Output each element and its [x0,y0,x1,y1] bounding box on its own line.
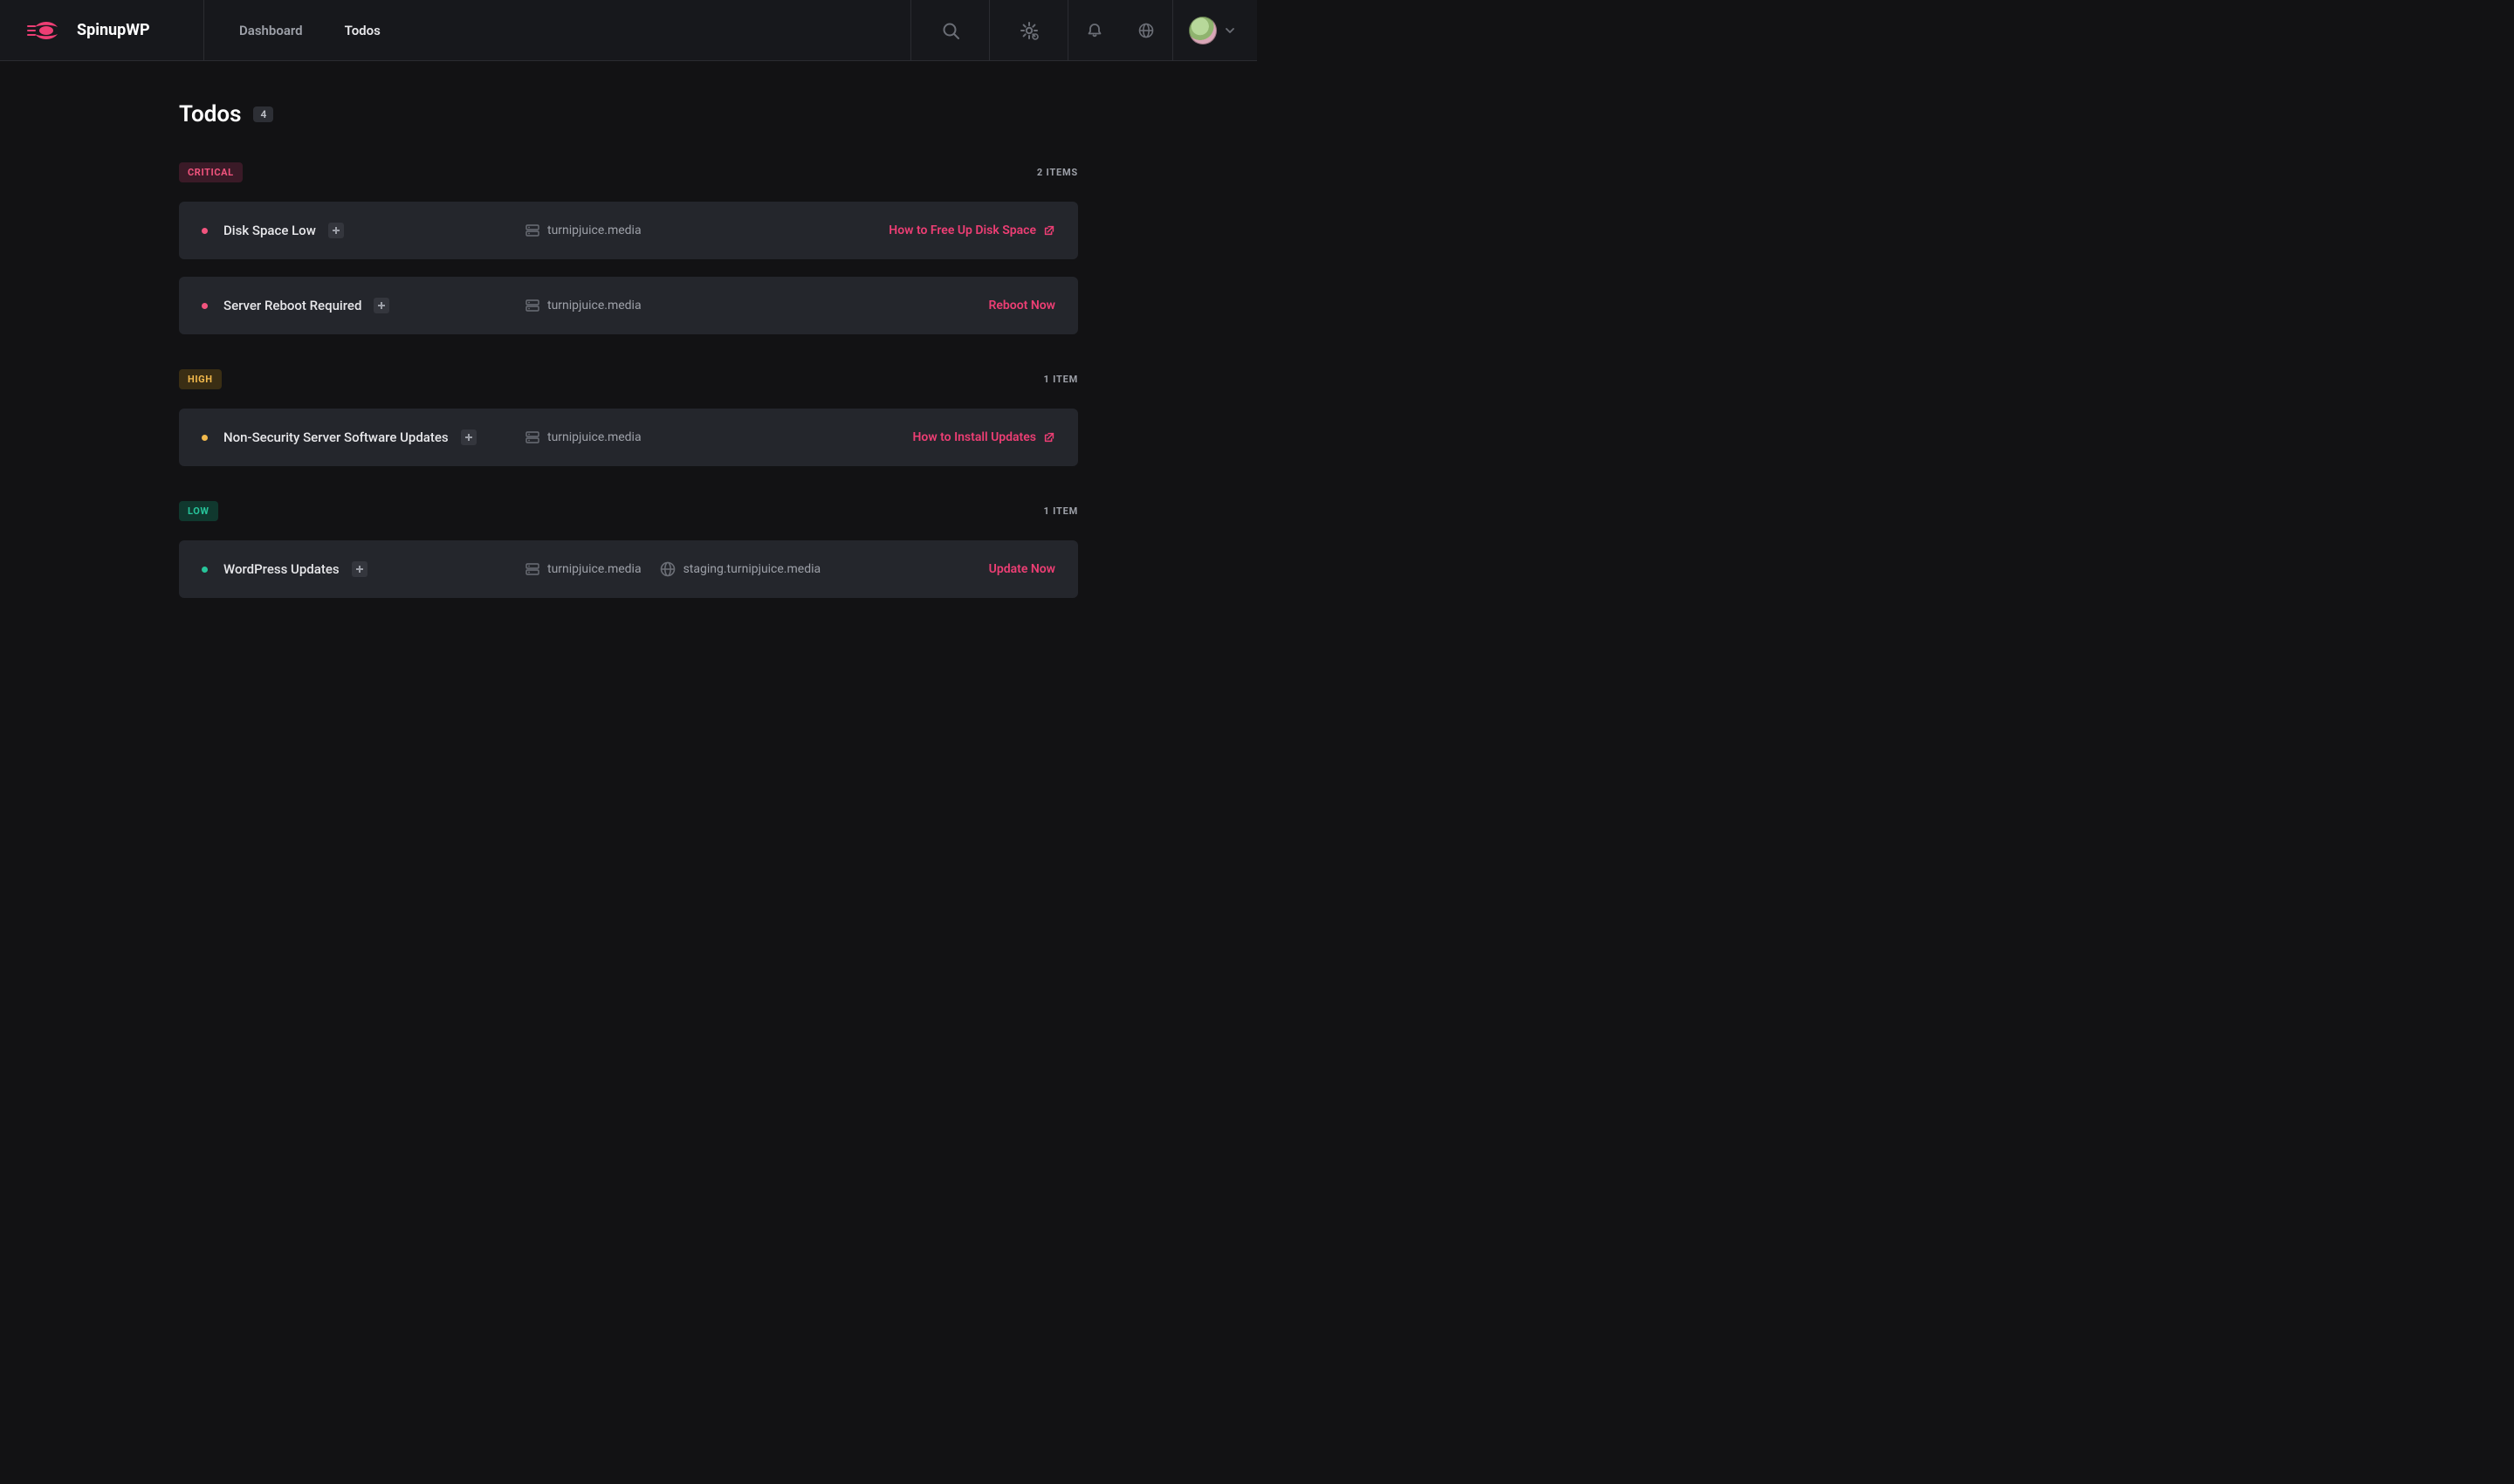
host[interactable]: turnipjuice.media [525,429,642,445]
priority-dot-icon [202,435,208,441]
hosts: turnipjuice.media [525,298,989,313]
region-button[interactable] [1120,0,1172,60]
hosts: turnipjuice.media [525,223,889,238]
section-item-count: 1 ITEM [1043,374,1078,385]
notifications-button[interactable] [1068,0,1120,60]
todo-action-link[interactable]: How to Install Updates [912,430,1055,444]
nav-todos[interactable]: Todos [345,23,381,38]
todo-card[interactable]: Non-Security Server Software Updates tur… [179,409,1078,466]
gear-icon [1020,21,1039,40]
section-high: HIGH 1 ITEM Non-Security Server Software… [179,369,1078,466]
logo-cell[interactable]: SpinupWP [0,0,204,60]
section-low: LOW 1 ITEM WordPress Updates turnipjuice… [179,501,1078,598]
bell-icon [1086,22,1103,39]
avatar [1189,17,1217,45]
priority-pill-low: LOW [179,501,218,521]
section-item-count: 1 ITEM [1043,505,1078,517]
external-link-icon [1043,224,1055,237]
priority-dot-icon [202,228,208,234]
todo-title: Server Reboot Required [223,298,361,313]
page-title: Todos [179,101,241,127]
host-label: turnipjuice.media [547,223,642,237]
host[interactable]: turnipjuice.media [525,298,642,313]
todo-count-badge: 4 [253,106,273,122]
host[interactable]: turnipjuice.media [525,223,642,238]
search-icon [942,22,959,39]
globe-icon [1137,22,1155,39]
external-link-icon [1043,431,1055,443]
todo-action-link[interactable]: Update Now [989,562,1055,576]
card-left: Server Reboot Required [202,298,525,313]
section-item-count: 2 ITEMS [1037,167,1078,178]
action-label: How to Install Updates [912,430,1036,444]
logo: SpinupWP [26,18,150,43]
host-label: turnipjuice.media [547,299,642,313]
section-header: HIGH 1 ITEM [179,369,1078,389]
todo-title: Non-Security Server Software Updates [223,429,449,445]
main: Todos 4 CRITICAL 2 ITEMS Disk Space Low … [0,61,1257,685]
todo-action-link[interactable]: How to Free Up Disk Space [889,223,1055,237]
brand-name: SpinupWP [77,21,150,39]
host[interactable]: turnipjuice.media [525,561,642,577]
server-icon [525,429,540,445]
top-icons [910,0,1257,60]
topbar: SpinupWP Dashboard Todos [0,0,1257,61]
host[interactable]: staging.turnipjuice.media [659,560,821,578]
priority-dot-icon [202,303,208,309]
hosts: turnipjuice.media staging.turnipjuice.me… [525,560,989,578]
todo-title: WordPress Updates [223,561,340,577]
server-icon [525,561,540,577]
section-critical: CRITICAL 2 ITEMS Disk Space Low turnipju… [179,162,1078,334]
todo-action-link[interactable]: Reboot Now [989,299,1056,313]
todo-card[interactable]: WordPress Updates turnipjuice.media stag… [179,540,1078,598]
server-icon [525,223,540,238]
host-label: turnipjuice.media [547,430,642,444]
expand-button[interactable] [328,223,344,238]
top-nav: Dashboard Todos [204,0,910,60]
logo-mark-icon [26,18,68,43]
expand-button[interactable] [374,298,389,313]
host-label: staging.turnipjuice.media [683,562,821,576]
container: Todos 4 CRITICAL 2 ITEMS Disk Space Low … [179,101,1078,633]
priority-dot-icon [202,567,208,573]
action-label: Update Now [989,562,1055,576]
globe-icon [659,560,677,578]
todo-title: Disk Space Low [223,223,316,238]
settings-button[interactable] [989,0,1068,60]
expand-button[interactable] [352,561,367,577]
page-header: Todos 4 [179,101,1078,127]
chevron-down-icon [1224,24,1236,37]
todo-card[interactable]: Disk Space Low turnipjuice.media How to … [179,202,1078,259]
expand-button[interactable] [461,429,477,445]
nav-dashboard[interactable]: Dashboard [239,23,303,38]
hosts: turnipjuice.media [525,429,912,445]
section-header: LOW 1 ITEM [179,501,1078,521]
section-header: CRITICAL 2 ITEMS [179,162,1078,182]
user-menu[interactable] [1172,0,1257,60]
card-left: WordPress Updates [202,561,525,577]
card-left: Disk Space Low [202,223,525,238]
card-left: Non-Security Server Software Updates [202,429,525,445]
action-label: Reboot Now [989,299,1056,313]
search-button[interactable] [910,0,989,60]
todo-card[interactable]: Server Reboot Required turnipjuice.media… [179,277,1078,334]
priority-pill-high: HIGH [179,369,222,389]
action-label: How to Free Up Disk Space [889,223,1036,237]
server-icon [525,298,540,313]
priority-pill-critical: CRITICAL [179,162,243,182]
host-label: turnipjuice.media [547,562,642,576]
